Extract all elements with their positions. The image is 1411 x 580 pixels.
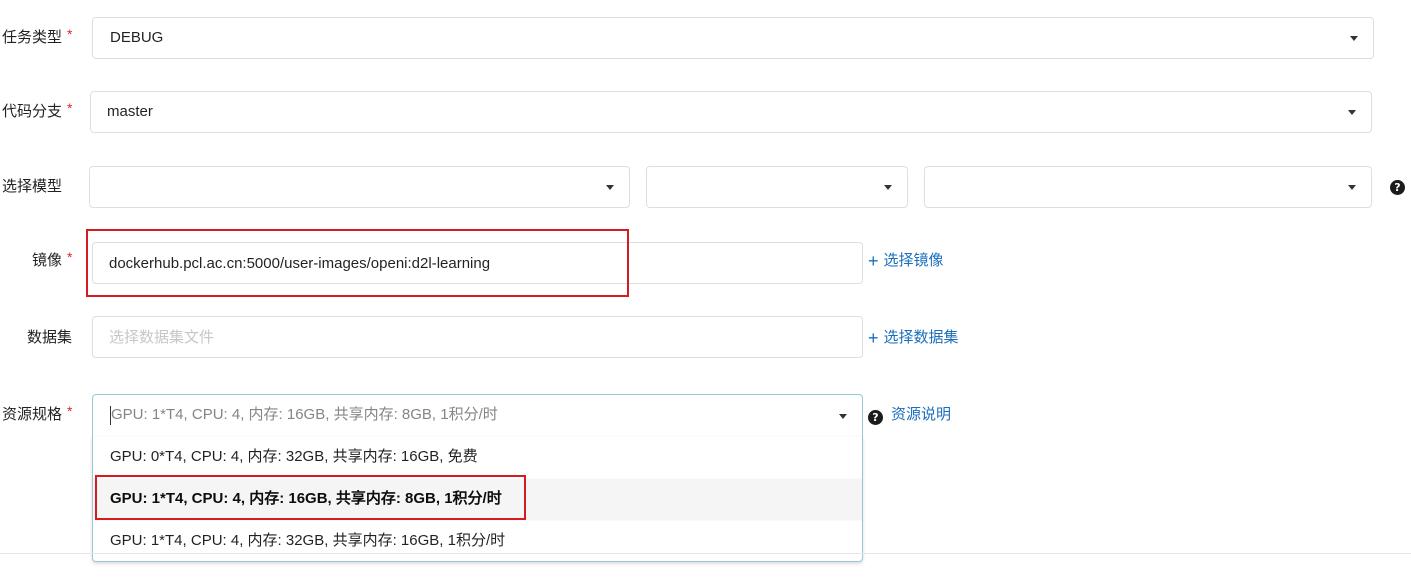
chevron-down-icon [1348, 185, 1356, 190]
dataset-placeholder: 选择数据集文件 [109, 329, 215, 346]
model-help[interactable]: ? [1390, 178, 1405, 195]
resource-option-2[interactable]: GPU: 1*T4, CPU: 4, 内存: 32GB, 共享内存: 16GB,… [93, 520, 862, 562]
dataset-label: 数据集 [27, 329, 73, 346]
model-select-3[interactable] [924, 166, 1372, 208]
select-dataset-link[interactable]: + 选择数据集 [868, 328, 959, 348]
task-type-select[interactable]: DEBUG [92, 17, 1374, 59]
task-type-value: DEBUG [110, 29, 164, 46]
resource-spec-select[interactable]: GPU: 1*T4, CPU: 4, 内存: 16GB, 共享内存: 8GB, … [92, 394, 863, 436]
code-branch-label: 代码分支 [2, 103, 63, 120]
model-select-1[interactable] [89, 166, 630, 208]
chevron-down-icon [884, 185, 892, 190]
resource-spec-menu: GPU: 0*T4, CPU: 4, 内存: 32GB, 共享内存: 16GB,… [92, 436, 863, 562]
plus-icon: + [868, 328, 879, 348]
question-circle-icon: ? [868, 410, 883, 425]
resource-help-link[interactable]: ? 资源说明 [868, 405, 951, 425]
image-label: 镜像 [32, 252, 63, 269]
code-branch-select[interactable]: master [90, 91, 1372, 133]
form-divider [0, 553, 1411, 554]
model-select-2[interactable] [646, 166, 908, 208]
select-image-link[interactable]: + 选择镜像 [868, 251, 944, 271]
code-branch-required-mark: * [67, 100, 73, 116]
model-label: 选择模型 [2, 178, 63, 195]
resource-spec-label: 资源规格 [2, 406, 63, 423]
image-input[interactable]: dockerhub.pcl.ac.cn:5000/user-images/ope… [92, 242, 863, 284]
dataset-input[interactable]: 选择数据集文件 [92, 316, 863, 358]
resource-spec-required-mark: * [67, 403, 73, 419]
resource-option-0[interactable]: GPU: 0*T4, CPU: 4, 内存: 32GB, 共享内存: 16GB,… [93, 436, 862, 478]
code-branch-value: master [107, 103, 153, 120]
task-type-required-mark: * [67, 26, 73, 42]
resource-spec-current: GPU: 1*T4, CPU: 4, 内存: 16GB, 共享内存: 8GB, … [111, 406, 498, 423]
task-type-label: 任务类型 [2, 29, 63, 46]
question-circle-icon: ? [1390, 180, 1405, 195]
chevron-down-icon [1350, 36, 1358, 41]
chevron-down-icon [1348, 110, 1356, 115]
image-required-mark: * [67, 249, 73, 265]
chevron-down-icon [839, 414, 847, 419]
resource-option-1[interactable]: GPU: 1*T4, CPU: 4, 内存: 16GB, 共享内存: 8GB, … [93, 478, 862, 520]
plus-icon: + [868, 251, 879, 271]
chevron-down-icon [606, 185, 614, 190]
image-input-value: dockerhub.pcl.ac.cn:5000/user-images/ope… [109, 255, 491, 272]
